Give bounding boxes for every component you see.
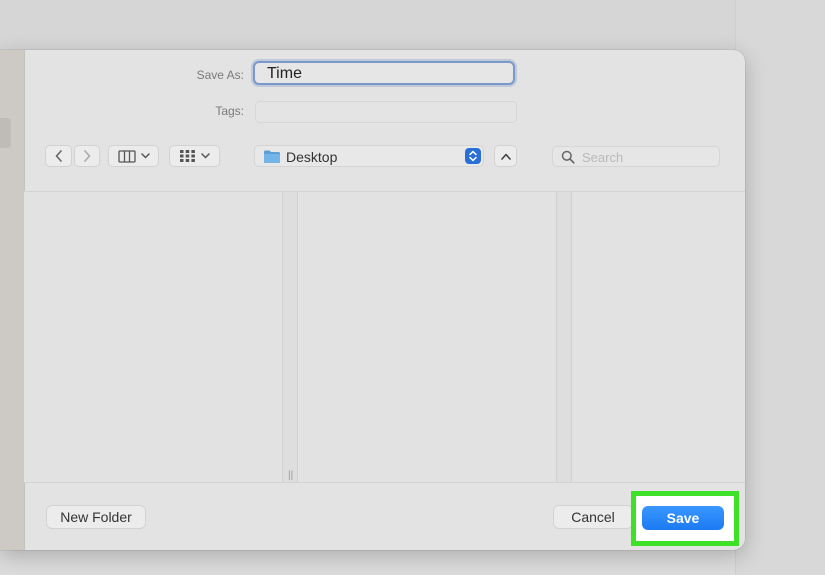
tags-field[interactable] [255,101,517,123]
forward-button[interactable] [74,145,100,167]
column-divider[interactable] [282,192,298,482]
chevron-right-icon [84,150,91,162]
location-label: Desktop [286,149,338,165]
column-resize-grip[interactable]: || [288,470,293,481]
folder-icon [264,150,280,163]
up-down-arrows-icon [465,148,481,164]
save-button[interactable]: Save [642,506,724,530]
sidebar-strip [0,50,25,550]
tags-label: Tags: [215,104,244,118]
grid-icon [180,150,195,162]
cancel-button[interactable]: Cancel [553,505,633,529]
search-placeholder: Search [582,150,624,165]
sidebar-tab[interactable] [0,118,11,148]
chevron-left-icon [55,150,62,162]
file-name-field[interactable]: Time [253,61,515,85]
chevron-down-icon [140,153,150,159]
view-mode-button[interactable] [108,145,159,167]
save-as-label: Save As: [196,68,244,82]
new-folder-button[interactable]: New Folder [46,505,146,529]
column-divider[interactable] [556,192,572,482]
search-icon [561,150,575,164]
chevron-up-icon [500,153,511,160]
search-field[interactable]: Search [552,146,720,167]
back-button[interactable] [45,145,72,167]
background-window-right [735,0,825,575]
chevron-down-icon [201,153,210,159]
location-popup[interactable]: Desktop [254,145,484,167]
expand-button[interactable] [494,145,517,167]
column-view-icon [117,149,136,163]
column-browser[interactable] [24,192,745,482]
save-dialog: Save As: Time Tags: Desktop Search || Ne… [0,50,745,550]
group-button[interactable] [169,145,220,167]
footer-divider [24,482,745,483]
background-window-top [0,0,735,50]
